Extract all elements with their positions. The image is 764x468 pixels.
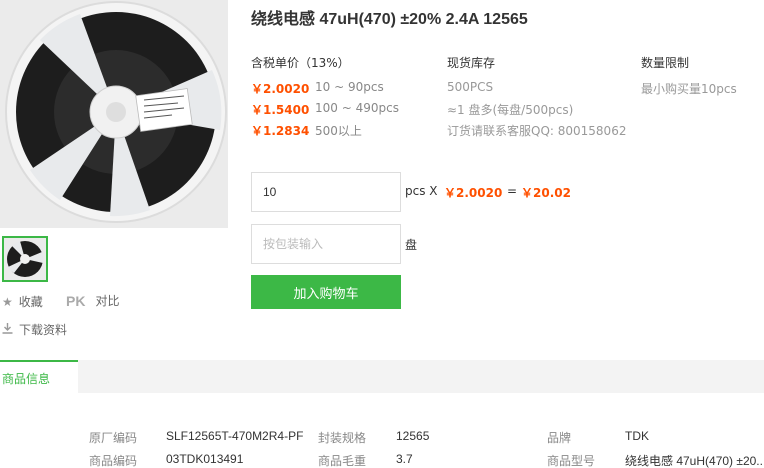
price-tier: ￥1.2834 500以上 [251,122,362,139]
reel-unit: 盘 [405,238,418,252]
price-header: 含税单价（13%） [251,56,350,70]
attr-value: 03TDK013491 [166,452,244,466]
tab-product-info[interactable]: 商品信息 [0,360,78,393]
add-to-cart-button[interactable]: 加入购物车 [251,275,401,309]
attr-label: 商品毛重 [318,454,367,468]
stock-header: 现货库存 [447,56,496,70]
qty-unit: pcs X [405,184,438,198]
quantity-input[interactable] [251,172,401,212]
attr-label: 品牌 [547,431,572,445]
product-thumbnail[interactable] [2,236,48,282]
reel-quantity-input[interactable] [251,224,401,264]
price-tier: ￥2.0020 10 ~ 90pcs [251,80,384,97]
limit-header: 数量限制 [641,56,690,70]
tier-price: ￥2.0020 [251,82,310,96]
product-main-image [0,0,228,228]
attr-label: 商品编码 [89,454,138,468]
tier-price: ￥1.2834 [251,124,310,138]
pk-icon: PK [66,292,86,309]
attr-value: SLF12565T-470M2R4-PF [166,429,304,443]
favorite-button[interactable]: ★ 收藏 [2,293,43,310]
download-icon [2,322,13,337]
star-icon: ★ [2,294,13,309]
tier-price: ￥1.5400 [251,103,310,117]
stock-contact: 订货请联系客服QQ: 800158062 [447,124,627,138]
tier-qty: 100 ~ 490pcs [315,101,399,115]
download-docs-button[interactable]: 下载资料 [2,321,67,338]
download-label: 下载资料 [19,323,68,337]
unit-price: ￥2.0020 [444,186,503,200]
detail-tab-bar: 商品信息 [0,360,764,393]
tier-qty: 500以上 [315,124,362,138]
compare-button[interactable]: PK 对比 [66,292,119,309]
attr-label: 商品型号 [547,454,596,468]
attr-label: 原厂编码 [89,431,138,445]
stock-quantity: 500PCS [447,80,494,94]
attr-label: 封装规格 [318,431,367,445]
attr-value: 12565 [396,429,430,443]
attr-value: 绕线电感 47uH(470) ±20... [625,454,764,468]
tier-qty: 10 ~ 90pcs [315,80,384,94]
attr-value: TDK [625,429,649,443]
stock-reel-info: ≈1 盘多(每盘/500pcs) [447,103,574,117]
total-price: ￥20.02 [521,186,571,200]
equals-sign: = [507,184,518,198]
attr-value: 3.7 [396,452,413,466]
product-title: 绕线电感 47uH(470) ±20% 2.4A 12565 [251,11,528,28]
price-tier: ￥1.5400 100 ~ 490pcs [251,101,399,118]
min-purchase-text: 最小购买量10pcs [641,82,737,96]
compare-label: 对比 [95,294,120,308]
favorite-label: 收藏 [18,295,43,309]
